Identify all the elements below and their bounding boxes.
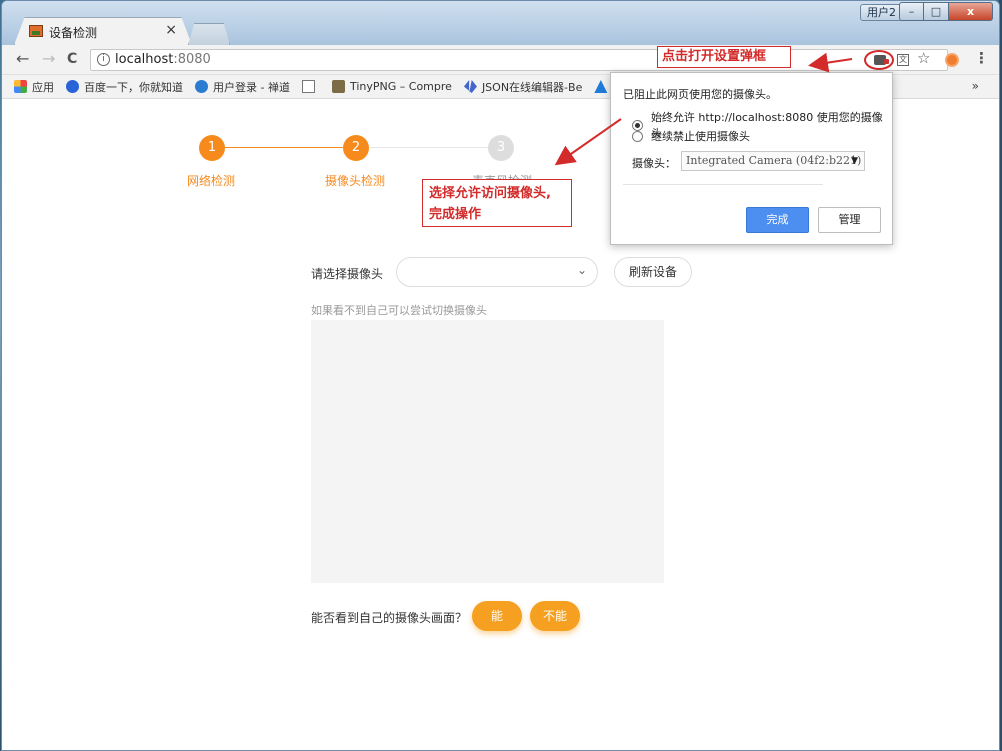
yes-button[interactable]: 能 (472, 601, 522, 631)
done-button[interactable]: 完成 (746, 207, 809, 233)
popup-divider (623, 184, 823, 185)
apps-icon (14, 80, 27, 93)
tab-device-check[interactable]: 设备检测 × (14, 17, 192, 45)
extension-icon[interactable] (945, 53, 959, 67)
step-connector-2 (370, 147, 488, 148)
bookmark-tinypng[interactable]: TinyPNG – Compre (331, 80, 452, 93)
browser-window: 设备检测 × 用户2 – □ x ← → C i localhost:8080 … (1, 0, 1000, 751)
bookmark-apps[interactable]: 应用 (14, 79, 54, 95)
step-2-circle: 2 (343, 135, 369, 161)
step-3-circle: 3 (488, 135, 514, 161)
reload-icon[interactable]: C (67, 51, 77, 67)
url-text: localhost:8080 (115, 52, 211, 67)
step-connector-1 (225, 147, 343, 148)
title-bar[interactable]: 设备检测 × 用户2 – □ x (2, 1, 999, 45)
camera-select[interactable]: ⌄ (396, 257, 598, 287)
popup-camera-dropdown[interactable]: Integrated Camera (04f2:b221) ▼ (681, 151, 865, 171)
tab-title: 设备检测 (49, 26, 98, 40)
drive-icon (594, 80, 608, 93)
switch-camera-hint: 如果看不到自己可以尝试切换摄像头 (311, 304, 487, 317)
camera-preview (311, 320, 664, 583)
annotation-open-settings: 点击打开设置弹框 (657, 46, 791, 68)
user-profile-badge[interactable]: 用户2 (860, 4, 903, 21)
camera-select-label: 请选择摄像头 (311, 267, 384, 281)
no-button[interactable]: 不能 (530, 601, 580, 631)
popup-camera-label: 摄像头： (632, 157, 676, 170)
tab-close-icon[interactable]: × (165, 22, 177, 38)
dropdown-triangle-icon: ▼ (851, 156, 858, 166)
popup-title: 已阻止此网页使用您的摄像头。 (623, 88, 777, 101)
bookmarks-more-icon[interactable]: » (972, 79, 979, 93)
step-2-label: 摄像头检测 (325, 174, 386, 188)
step-1-circle: 1 (199, 135, 225, 161)
bookmark-zentao[interactable]: 用户登录 - 禅道 (195, 79, 290, 95)
zentao-icon (195, 80, 208, 93)
chevron-down-icon: ⌄ (576, 263, 587, 277)
favicon-icon (29, 25, 43, 37)
radio-unselected-icon (632, 130, 643, 142)
back-icon[interactable]: ← (16, 49, 29, 68)
bookmark-page[interactable] (301, 80, 320, 93)
radio-keep-blocking[interactable]: 继续禁止使用摄像头 (632, 128, 750, 144)
page-icon (301, 80, 315, 93)
camera-visible-question: 能否看到自己的摄像头画面？ (311, 611, 468, 625)
json-icon (463, 80, 477, 93)
close-window-button[interactable]: x (949, 2, 993, 21)
bookmark-baidu[interactable]: 百度一下，你就知道 (66, 79, 183, 95)
minimize-button[interactable]: – (899, 2, 924, 21)
tinypng-icon (331, 80, 345, 93)
camera-permission-popup: 已阻止此网页使用您的摄像头。 始终允许 http://localhost:808… (610, 72, 893, 245)
address-bar[interactable]: i localhost:8080 (90, 49, 948, 71)
browser-menu-icon[interactable]: ⋮ (974, 49, 989, 67)
step-1-label: 网络检测 (187, 174, 236, 188)
maximize-button[interactable]: □ (924, 2, 949, 21)
browser-toolbar: ← → C i localhost:8080 文 ☆ ⋮ (2, 45, 999, 75)
camera-icon (874, 55, 889, 65)
window-controls: – □ x (899, 2, 993, 21)
camera-blocked-indicator[interactable] (864, 50, 894, 70)
baidu-icon (66, 80, 79, 93)
manage-button[interactable]: 管理 (818, 207, 881, 233)
bookmark-json-editor[interactable]: JSON在线编辑器-Be (463, 79, 582, 95)
new-tab-button[interactable] (188, 23, 230, 45)
refresh-devices-button[interactable]: 刷新设备 (614, 257, 692, 287)
forward-icon[interactable]: → (42, 49, 55, 68)
site-info-icon[interactable]: i (97, 53, 110, 66)
annotation-allow-camera: 选择允许访问摄像头, 完成操作 (422, 179, 572, 227)
bookmark-star-icon[interactable]: ☆ (917, 49, 930, 67)
translate-icon[interactable]: 文 (897, 54, 909, 66)
